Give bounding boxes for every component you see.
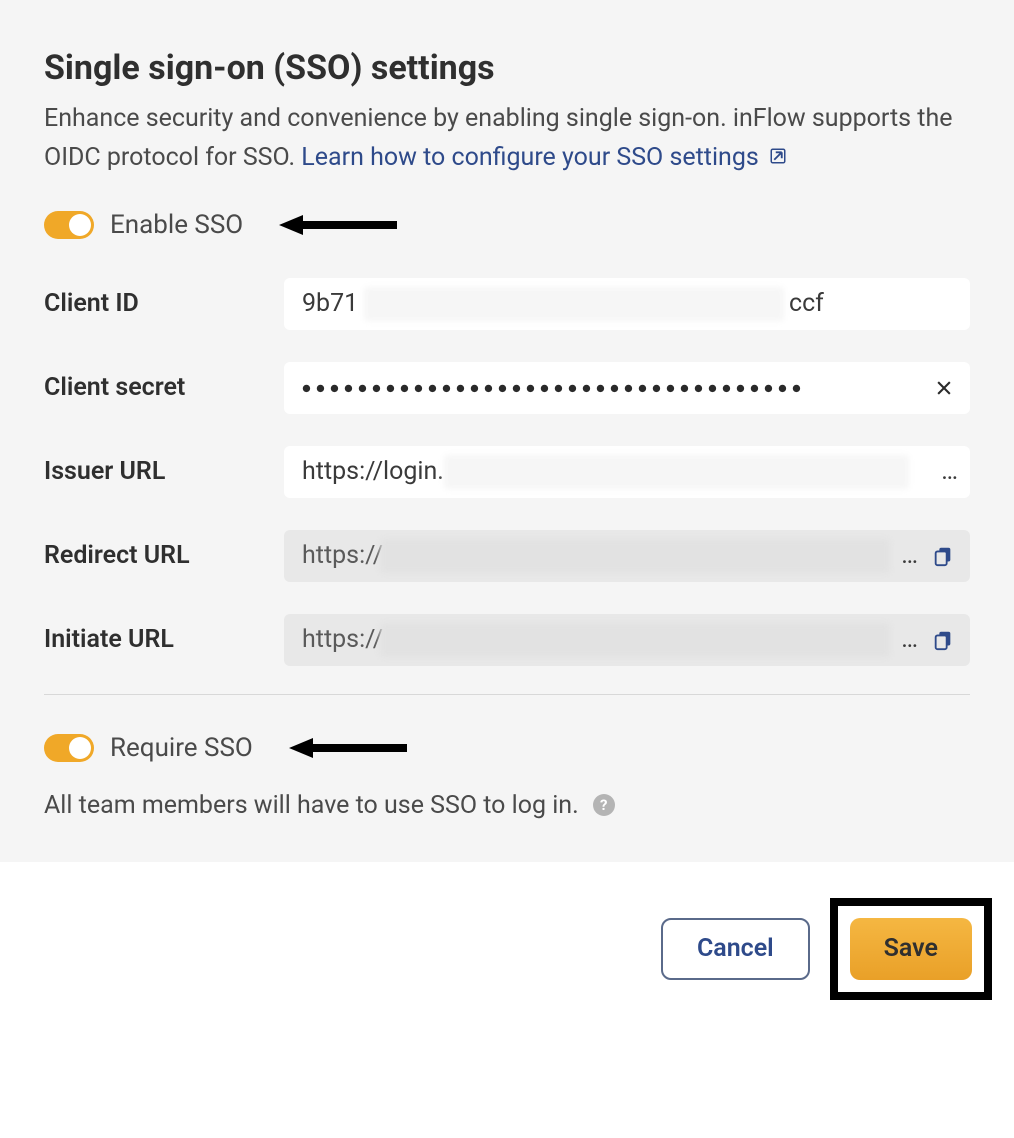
initiate-url-input-wrap: https:// … <box>284 614 970 666</box>
initiate-url-label: Initiate URL <box>44 625 284 654</box>
help-text-content: All team members will have to use SSO to… <box>44 791 579 820</box>
learn-more-link[interactable]: Learn how to configure your SSO settings <box>301 143 787 172</box>
enable-sso-label: Enable SSO <box>110 210 243 240</box>
footer-bar: Cancel Save <box>0 862 1014 1036</box>
redirect-url-input-wrap: https:// … <box>284 530 970 582</box>
client-secret-row: Client secret ●●●●●●●●●●●●●●●●●●●●●●●●●●… <box>44 362 970 414</box>
help-icon[interactable]: ? <box>593 794 615 816</box>
page-title: Single sign-on (SSO) settings <box>44 48 970 88</box>
issuer-url-prefix: https://login. <box>302 457 444 486</box>
client-id-row: Client ID 9b71 ccf <box>44 278 970 330</box>
client-id-suffix: ccf <box>789 289 824 318</box>
redaction-overlay <box>380 539 890 573</box>
redaction-overlay <box>444 455 909 489</box>
initiate-url-row: Initiate URL https:// … <box>44 614 970 666</box>
copy-icon[interactable] <box>932 545 954 567</box>
require-sso-help-text: All team members will have to use SSO to… <box>44 791 970 820</box>
save-highlight-box: Save <box>830 898 992 1000</box>
arrow-annotation-icon <box>289 736 409 760</box>
redirect-url-label: Redirect URL <box>44 541 284 570</box>
clear-icon[interactable] <box>934 378 954 398</box>
client-id-input[interactable]: 9b71 ccf <box>284 278 970 330</box>
client-id-input-wrap: 9b71 ccf <box>284 278 970 330</box>
initiate-url-field: https:// … <box>284 614 970 666</box>
client-id-label: Client ID <box>44 289 284 318</box>
ellipsis-icon: … <box>935 457 958 486</box>
toggle-knob <box>69 737 91 759</box>
issuer-url-label: Issuer URL <box>44 457 284 486</box>
client-secret-input[interactable]: ●●●●●●●●●●●●●●●●●●●●●●●●●●●●●●●●●●●● <box>284 362 970 414</box>
arrow-annotation-icon <box>279 213 399 237</box>
enable-sso-row: Enable SSO <box>44 210 970 240</box>
external-link-icon <box>769 147 787 165</box>
client-secret-label: Client secret <box>44 373 284 402</box>
link-text: Learn how to configure your SSO settings <box>301 143 759 172</box>
initiate-url-prefix: https:// <box>302 625 383 654</box>
enable-sso-toggle[interactable] <box>44 211 94 239</box>
divider <box>44 694 970 695</box>
sso-settings-panel: Single sign-on (SSO) settings Enhance se… <box>0 0 1014 862</box>
issuer-url-input-wrap: https://login. … <box>284 446 970 498</box>
description-text: Enhance security and convenience by enab… <box>44 100 970 178</box>
client-secret-input-wrap: ●●●●●●●●●●●●●●●●●●●●●●●●●●●●●●●●●●●● <box>284 362 970 414</box>
redaction-overlay <box>380 623 890 657</box>
copy-icon[interactable] <box>932 629 954 651</box>
redirect-url-field: https:// … <box>284 530 970 582</box>
require-sso-label: Require SSO <box>110 733 253 763</box>
ellipsis-icon: … <box>895 625 918 654</box>
require-sso-row: Require SSO <box>44 733 970 763</box>
save-button[interactable]: Save <box>850 918 972 980</box>
require-sso-toggle[interactable] <box>44 734 94 762</box>
redirect-url-row: Redirect URL https:// … <box>44 530 970 582</box>
redirect-url-prefix: https:// <box>302 541 383 570</box>
client-id-prefix: 9b71 <box>302 289 358 318</box>
issuer-url-input[interactable]: https://login. … <box>284 446 970 498</box>
cancel-button[interactable]: Cancel <box>661 918 810 980</box>
redaction-overlay <box>364 287 784 321</box>
toggle-knob <box>69 214 91 236</box>
issuer-url-row: Issuer URL https://login. … <box>44 446 970 498</box>
ellipsis-icon: … <box>895 541 918 570</box>
